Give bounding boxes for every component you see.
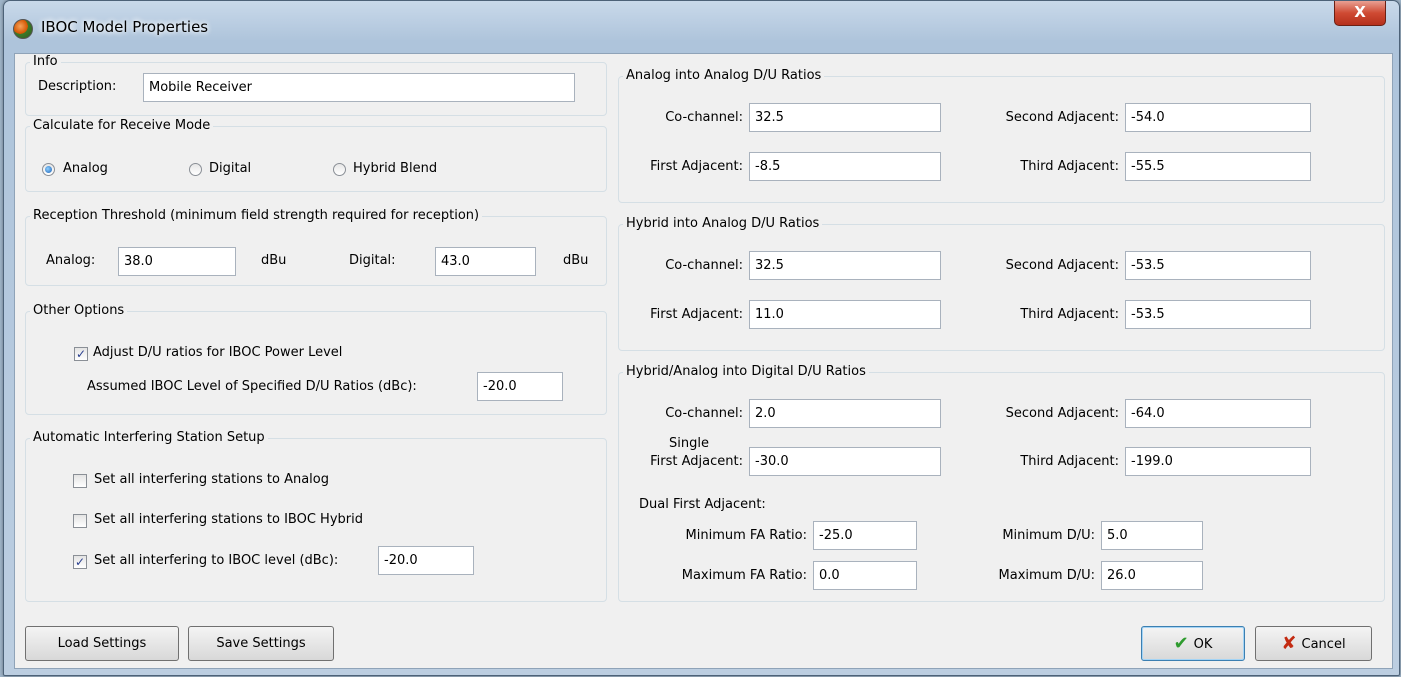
aa-first-label: First Adjacent: [650, 159, 743, 174]
ha-third-input[interactable] [1125, 300, 1311, 329]
max-du-input[interactable] [1101, 561, 1203, 590]
aa-third-input[interactable] [1125, 152, 1311, 181]
info-group: Info Description: [25, 54, 607, 116]
other-options-title: Other Options [30, 303, 128, 318]
min-du-label: Minimum D/U: [1002, 528, 1095, 543]
save-settings-button[interactable]: Save Settings [188, 626, 334, 661]
adjust-du-checkbox[interactable]: ✓ [74, 347, 88, 361]
min-du-input[interactable] [1101, 521, 1203, 550]
receive-mode-title: Calculate for Receive Mode [30, 118, 214, 133]
dig-second-label: Second Adjacent: [1005, 406, 1119, 421]
aa-cochannel-label: Co-channel: [665, 110, 743, 125]
app-icon [13, 19, 33, 39]
receive-mode-group: Calculate for Receive Mode Analog Digita… [25, 118, 607, 192]
dig-cochannel-input[interactable] [749, 399, 941, 428]
dig-cochannel-label: Co-channel: [665, 406, 743, 421]
dig-first-input[interactable] [749, 447, 941, 476]
ha-cochannel-input[interactable] [749, 251, 941, 280]
cancel-button[interactable]: ✘ Cancel [1255, 626, 1372, 661]
max-du-label: Maximum D/U: [998, 568, 1095, 583]
cancel-x-icon: ✘ [1281, 633, 1297, 654]
ok-label: OK [1193, 637, 1213, 652]
analog-interferers-checkbox[interactable] [73, 474, 87, 488]
analog-analog-group: Analog into Analog D/U Ratios Co-channel… [618, 68, 1385, 203]
threshold-analog-label: Analog: [46, 253, 96, 268]
digital-group: Hybrid/Analog into Digital D/U Ratios Co… [618, 364, 1385, 602]
auto-setup-title: Automatic Interfering Station Setup [30, 430, 268, 445]
radio-digital-label[interactable]: Digital [209, 161, 251, 176]
dig-third-input[interactable] [1125, 447, 1311, 476]
dig-third-label: Third Adjacent: [1020, 454, 1119, 469]
ok-button[interactable]: ✔ OK [1141, 626, 1245, 661]
dig-single-label: Single [669, 436, 709, 451]
analog-interferers-label[interactable]: Set all interfering stations to Analog [94, 472, 329, 487]
aa-first-input[interactable] [749, 152, 941, 181]
hybrid-interferers-label[interactable]: Set all interfering stations to IBOC Hyb… [94, 512, 363, 527]
threshold-group: Reception Threshold (minimum field stren… [25, 208, 607, 286]
aa-second-label: Second Adjacent: [1005, 110, 1119, 125]
dialog-window: IBOC Model Properties X Info Description… [3, 0, 1400, 676]
title-bar[interactable]: IBOC Model Properties X [4, 1, 1399, 53]
dialog-client: Info Description: Calculate for Receive … [14, 53, 1393, 669]
dig-first-label: First Adjacent: [650, 454, 743, 469]
load-settings-button[interactable]: Load Settings [25, 626, 179, 661]
radio-digital[interactable] [189, 163, 202, 176]
iboc-level-label[interactable]: Set all interfering to IBOC level (dBc): [94, 553, 338, 568]
load-settings-label: Load Settings [57, 636, 147, 651]
assumed-level-label: Assumed IBOC Level of Specified D/U Rati… [87, 379, 417, 394]
dig-second-input[interactable] [1125, 399, 1311, 428]
assumed-level-input[interactable] [477, 372, 563, 401]
save-settings-label: Save Settings [216, 636, 306, 651]
threshold-digital-input[interactable] [435, 247, 536, 276]
auto-setup-group: Automatic Interfering Station Setup Set … [25, 430, 607, 602]
analog-analog-title: Analog into Analog D/U Ratios [623, 68, 825, 83]
ha-cochannel-label: Co-channel: [665, 258, 743, 273]
threshold-title: Reception Threshold (minimum field stren… [30, 208, 483, 223]
min-fa-input[interactable] [813, 521, 917, 550]
ha-second-input[interactable] [1125, 251, 1311, 280]
iboc-level-checkbox[interactable]: ✓ [73, 555, 87, 569]
radio-analog-label[interactable]: Analog [63, 161, 108, 176]
min-fa-label: Minimum FA Ratio: [685, 528, 807, 543]
threshold-analog-input[interactable] [118, 247, 236, 276]
max-fa-label: Maximum FA Ratio: [681, 568, 807, 583]
ha-third-label: Third Adjacent: [1020, 307, 1119, 322]
threshold-digital-unit: dBu [563, 253, 589, 268]
ha-first-label: First Adjacent: [650, 307, 743, 322]
adjust-du-label[interactable]: Adjust D/U ratios for IBOC Power Level [93, 345, 342, 360]
aa-second-input[interactable] [1125, 103, 1311, 132]
aa-third-label: Third Adjacent: [1020, 159, 1119, 174]
cancel-label: Cancel [1301, 637, 1346, 652]
other-options-group: Other Options ✓ Adjust D/U ratios for IB… [25, 303, 607, 415]
dual-first-adjacent-label: Dual First Adjacent: [639, 497, 766, 512]
iboc-level-input[interactable] [378, 546, 474, 575]
max-fa-input[interactable] [813, 561, 917, 590]
radio-hybrid-blend[interactable] [333, 163, 346, 176]
info-group-title: Info [30, 54, 61, 69]
hybrid-interferers-checkbox[interactable] [73, 514, 87, 528]
close-icon: X [1354, 3, 1366, 21]
description-input[interactable] [143, 73, 575, 102]
aa-cochannel-input[interactable] [749, 103, 941, 132]
radio-analog[interactable] [42, 163, 55, 176]
radio-hybrid-blend-label[interactable]: Hybrid Blend [353, 161, 437, 176]
close-button[interactable]: X [1334, 1, 1386, 26]
description-label: Description: [38, 79, 117, 94]
window-title: IBOC Model Properties [41, 18, 209, 36]
threshold-analog-unit: dBu [261, 253, 287, 268]
ha-first-input[interactable] [749, 300, 941, 329]
ha-second-label: Second Adjacent: [1005, 258, 1119, 273]
hybrid-analog-group: Hybrid into Analog D/U Ratios Co-channel… [618, 216, 1385, 351]
threshold-digital-label: Digital: [349, 253, 396, 268]
digital-title: Hybrid/Analog into Digital D/U Ratios [623, 364, 869, 379]
checkmark-icon: ✔ [1173, 633, 1189, 654]
hybrid-analog-title: Hybrid into Analog D/U Ratios [623, 216, 823, 231]
